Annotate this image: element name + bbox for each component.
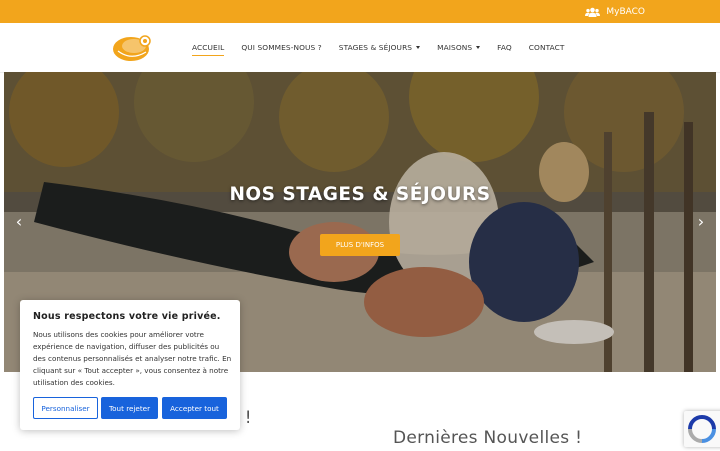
nav-label: ACCUEIL	[192, 43, 225, 52]
caret-down-icon	[476, 46, 481, 49]
accept-all-button[interactable]: Accepter tout	[162, 397, 227, 419]
news-heading: Dernières Nouvelles !	[393, 428, 583, 448]
reject-all-button[interactable]: Tout rejeter	[101, 397, 158, 419]
hero-title: NOS STAGES & SÉJOURS	[229, 184, 491, 205]
nav-label: CONTACT	[528, 43, 565, 52]
baco-logo[interactable]	[112, 31, 154, 63]
recaptcha-badge[interactable]	[684, 411, 720, 447]
main-header: ACCUEIL QUI SOMMES-NOUS ? STAGES & SÉJOU…	[0, 23, 720, 73]
plus-infos-button[interactable]: PLUS D'INFOS	[320, 234, 400, 256]
slider-prev-arrow-icon[interactable]: ‹	[12, 213, 26, 231]
nav-label: STAGES & SÉJOURS	[338, 43, 413, 52]
cookie-consent-banner: Nous respectons votre vie privée. Nous u…	[20, 300, 240, 430]
customize-cookies-button[interactable]: Personnaliser	[33, 397, 98, 419]
cookie-title: Nous respectons votre vie privée.	[33, 311, 221, 322]
recaptcha-icon	[688, 415, 716, 443]
nav-item-accueil[interactable]: ACCUEIL	[192, 43, 225, 56]
mybaco-link[interactable]: MyBACO	[585, 0, 645, 23]
nav-item-stages-sejours[interactable]: STAGES & SÉJOURS	[338, 43, 421, 52]
users-icon	[585, 7, 601, 17]
caret-down-icon	[416, 46, 421, 49]
nav-item-contact[interactable]: CONTACT	[529, 43, 565, 52]
nav-label: QUI SOMMES-NOUS ?	[241, 43, 322, 52]
cookie-text: Nous utilisons des cookies pour améliore…	[33, 330, 232, 387]
main-nav: ACCUEIL QUI SOMMES-NOUS ? STAGES & SÉJOU…	[192, 23, 582, 72]
mybaco-label: MyBACO	[606, 6, 645, 17]
nav-item-maisons[interactable]: MAISONS	[437, 43, 481, 52]
nav-item-faq[interactable]: FAQ	[497, 43, 512, 52]
nav-label: FAQ	[497, 43, 512, 52]
top-bar: MyBACO	[0, 0, 720, 23]
slider-next-arrow-icon[interactable]: ›	[694, 213, 708, 231]
nav-item-qui-sommes-nous[interactable]: QUI SOMMES-NOUS ?	[241, 43, 321, 52]
nav-label: MAISONS	[437, 43, 473, 52]
